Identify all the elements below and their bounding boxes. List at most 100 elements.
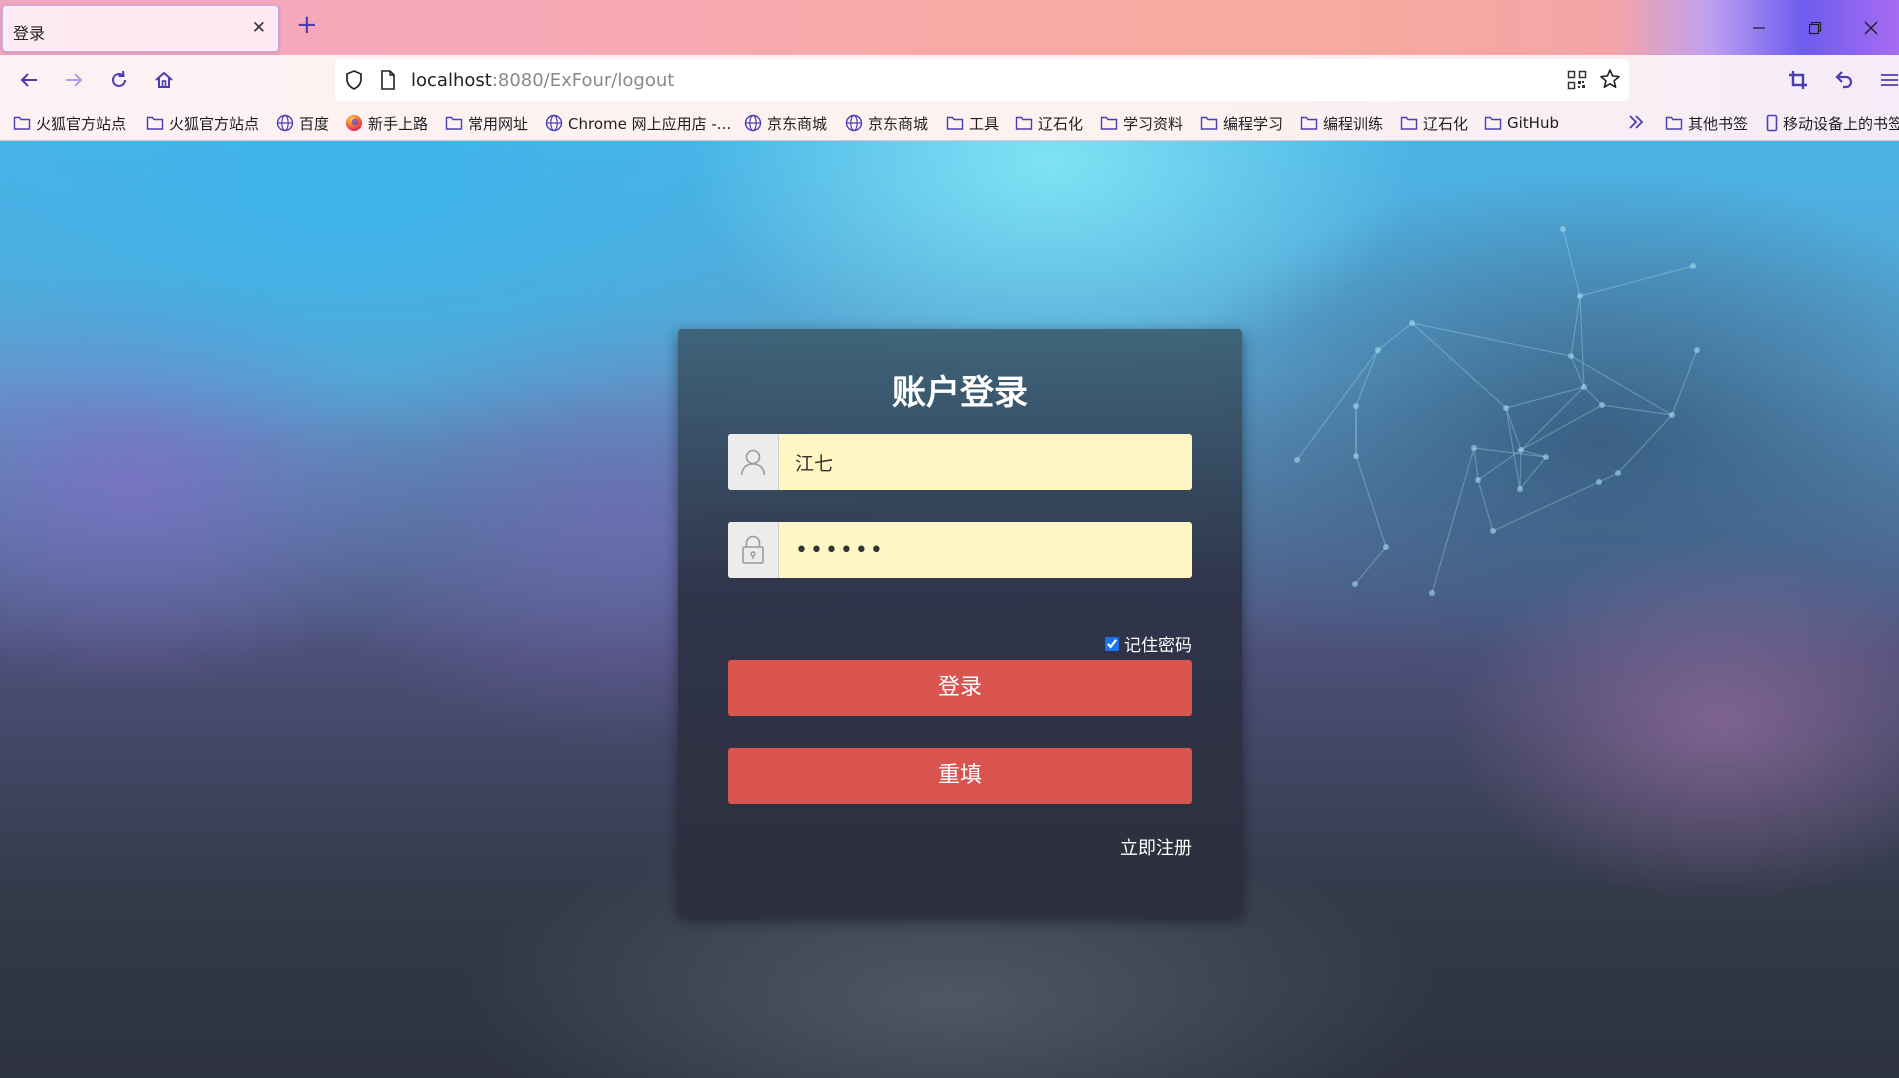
network-line xyxy=(1355,349,1379,407)
login-page-background: 账户登录 记住密码 登录 重填 立即注册 xyxy=(0,141,1899,1078)
network-node xyxy=(1429,590,1435,596)
remember-password-checkbox[interactable] xyxy=(1105,636,1119,651)
url-path: :8080/ExFour/logout xyxy=(491,70,675,91)
lock-icon xyxy=(728,522,779,578)
bookmark-item[interactable]: 学习资料 xyxy=(1100,112,1183,134)
menu-icon[interactable] xyxy=(1872,64,1899,96)
folder-icon xyxy=(1300,115,1318,131)
qr-code-icon[interactable] xyxy=(1567,70,1587,94)
network-node xyxy=(1599,402,1605,408)
new-tab-icon[interactable]: + xyxy=(296,12,318,38)
bookmark-item[interactable]: 工具 xyxy=(946,112,999,134)
folder-icon xyxy=(445,115,463,131)
bookmark-label: 京东商城 xyxy=(767,114,828,133)
bookmark-item[interactable]: 编程学习 xyxy=(1200,112,1283,134)
network-node xyxy=(1690,263,1696,269)
browser-tab[interactable]: 登录 ✕ xyxy=(2,5,279,52)
login-title: 账户登录 xyxy=(892,373,1028,413)
network-node xyxy=(1383,544,1389,550)
bookmark-item[interactable]: 编程训练 xyxy=(1300,112,1383,134)
globe-icon xyxy=(276,114,294,132)
network-node xyxy=(1517,486,1523,492)
bookmark-item[interactable]: 火狐官方站点 xyxy=(146,112,259,134)
network-node xyxy=(1353,453,1359,459)
network-line xyxy=(1411,322,1507,409)
page-icon xyxy=(379,69,397,95)
network-line xyxy=(1377,322,1413,351)
bookmark-item[interactable]: 常用网址 xyxy=(445,112,528,134)
minimize-icon[interactable] xyxy=(1731,0,1787,55)
other-bookmarks[interactable]: 其他书签 xyxy=(1665,112,1748,134)
shield-icon[interactable] xyxy=(343,69,365,95)
bookmark-label: 编程训练 xyxy=(1323,114,1384,133)
reload-icon[interactable] xyxy=(103,64,135,96)
bookmark-item[interactable]: 辽石化 xyxy=(1015,112,1083,134)
globe-icon xyxy=(545,114,563,132)
bookmark-item[interactable]: GitHub xyxy=(1484,112,1559,134)
network-node xyxy=(1568,353,1574,359)
network-line xyxy=(1477,479,1494,532)
window-controls xyxy=(1731,0,1899,55)
restore-icon[interactable] xyxy=(1787,0,1843,55)
remember-password-label: 记住密码 xyxy=(1124,636,1192,656)
more-bookmarks-chevron-icon[interactable] xyxy=(1627,111,1645,133)
username-input[interactable] xyxy=(779,434,1192,490)
browser-titlebar: 登录 ✕ + xyxy=(0,0,1899,55)
mobile-bookmarks[interactable]: 移动设备上的书签 xyxy=(1766,112,1899,134)
close-window-icon[interactable] xyxy=(1843,0,1899,55)
folder-icon xyxy=(1665,116,1683,130)
network-line xyxy=(1598,472,1619,483)
address-bar[interactable]: localhost:8080/ExFour/logout xyxy=(335,59,1629,101)
bookmark-item[interactable]: 京东商城 xyxy=(845,112,928,134)
undo-close-tab-icon[interactable] xyxy=(1827,64,1859,96)
network-line xyxy=(1505,407,1521,490)
network-node xyxy=(1352,581,1358,587)
bookmark-item[interactable]: 京东商城 xyxy=(744,112,827,134)
url-host: localhost xyxy=(411,70,492,91)
back-arrow-icon[interactable] xyxy=(13,64,45,96)
network-line xyxy=(1579,295,1585,388)
bookmark-label: 火狐官方站点 xyxy=(36,114,127,133)
bookmark-item[interactable]: 新手上路 xyxy=(345,112,428,134)
globe-icon xyxy=(845,114,863,132)
bookmark-label: 工具 xyxy=(969,114,1000,133)
url-text[interactable]: localhost:8080/ExFour/logout xyxy=(411,70,674,91)
bookmark-label: 辽石化 xyxy=(1038,114,1084,133)
network-line xyxy=(1570,295,1581,357)
bookmark-item[interactable]: 火狐官方站点 xyxy=(13,112,126,134)
bookmark-star-icon[interactable] xyxy=(1599,68,1621,94)
network-line xyxy=(1520,386,1585,451)
bookmark-label: 火狐官方站点 xyxy=(169,114,260,133)
reset-button[interactable]: 重填 xyxy=(728,748,1192,804)
forward-arrow-icon[interactable] xyxy=(58,64,90,96)
bookmark-label: GitHub xyxy=(1507,114,1559,132)
close-tab-icon[interactable]: ✕ xyxy=(252,18,266,38)
network-line xyxy=(1296,349,1379,461)
network-node xyxy=(1409,320,1415,326)
remember-password[interactable]: 记住密码 xyxy=(1105,631,1192,656)
network-line xyxy=(1617,414,1673,474)
bookmark-item[interactable]: 百度 xyxy=(276,112,329,134)
folder-icon xyxy=(946,115,964,131)
network-node xyxy=(1560,226,1566,232)
network-line xyxy=(1355,455,1387,548)
bookmark-item[interactable]: Chrome 网上应用店 -... xyxy=(545,112,731,134)
username-field[interactable] xyxy=(728,434,1192,490)
bookmark-item[interactable]: 辽石化 xyxy=(1400,112,1468,134)
screenshot-crop-icon[interactable] xyxy=(1782,64,1814,96)
mobile-device-icon xyxy=(1766,114,1778,132)
network-line xyxy=(1570,355,1585,388)
register-link[interactable]: 立即注册 xyxy=(1120,834,1192,860)
password-input[interactable] xyxy=(779,522,1192,578)
network-node xyxy=(1518,447,1524,453)
network-node xyxy=(1581,384,1587,390)
network-line xyxy=(1562,228,1581,297)
network-node xyxy=(1615,470,1621,476)
login-button[interactable]: 登录 xyxy=(728,660,1192,716)
folder-icon xyxy=(1100,115,1118,131)
folder-icon xyxy=(1400,115,1418,131)
network-line xyxy=(1505,386,1585,409)
browser-navbar: localhost:8080/ExFour/logout xyxy=(0,55,1899,105)
home-icon[interactable] xyxy=(148,64,180,96)
password-field[interactable] xyxy=(728,522,1192,578)
